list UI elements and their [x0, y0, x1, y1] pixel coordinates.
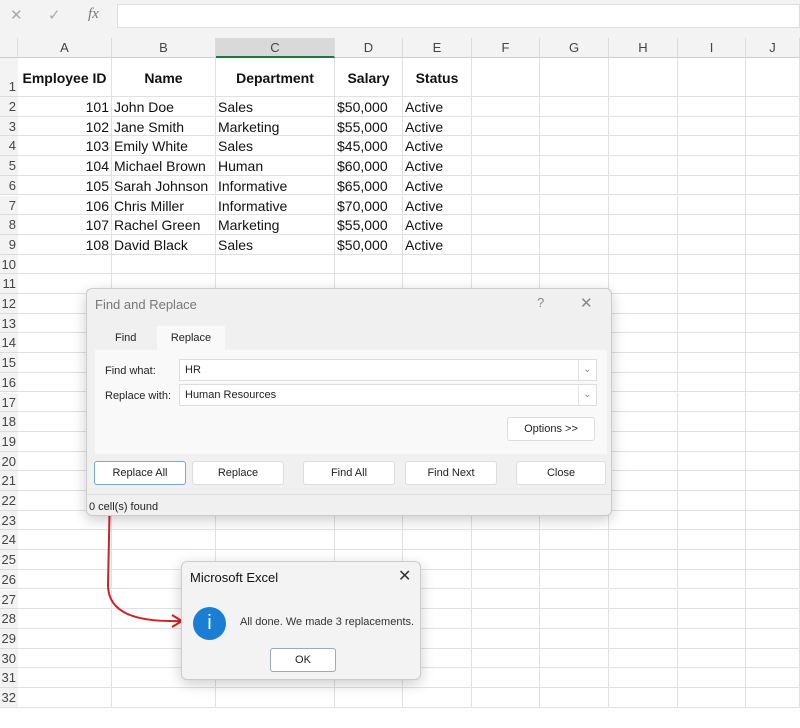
status-text: 0 cell(s) found: [87, 494, 611, 519]
tab-replace[interactable]: Replace: [157, 326, 225, 350]
replace-with-label: Replace with:: [105, 390, 172, 402]
ok-button[interactable]: OK: [270, 648, 336, 672]
chevron-down-icon[interactable]: ⌄: [578, 385, 596, 405]
close-button[interactable]: Close: [516, 461, 606, 485]
close-icon[interactable]: ✕: [398, 566, 411, 586]
find-value: HR: [185, 364, 201, 376]
replace-with-input[interactable]: Human Resources ⌄: [179, 384, 597, 406]
find-next-button[interactable]: Find Next: [405, 461, 497, 485]
options-button[interactable]: Options >>: [507, 417, 595, 441]
find-what-input[interactable]: HR ⌄: [179, 359, 597, 381]
tab-find[interactable]: Find: [115, 332, 136, 344]
message-title: Microsoft Excel: [190, 570, 279, 585]
replace-all-button[interactable]: Replace All: [94, 461, 186, 485]
message-text: All done. We made 3 replacements.: [240, 616, 415, 628]
message-box: Microsoft Excel ✕ i All done. We made 3 …: [181, 561, 421, 680]
find-replace-dialog: Find and Replace ? ✕ Find Replace Find w…: [86, 288, 612, 516]
find-what-label: Find what:: [105, 365, 156, 377]
chevron-down-icon[interactable]: ⌄: [578, 360, 596, 380]
find-all-button[interactable]: Find All: [303, 461, 395, 485]
help-button[interactable]: ?: [537, 295, 544, 310]
dialog-title: Find and Replace: [95, 297, 197, 312]
close-icon[interactable]: ✕: [580, 294, 593, 312]
replace-button[interactable]: Replace: [192, 461, 284, 485]
replace-value: Human Resources: [185, 389, 277, 401]
info-icon: i: [193, 607, 226, 640]
